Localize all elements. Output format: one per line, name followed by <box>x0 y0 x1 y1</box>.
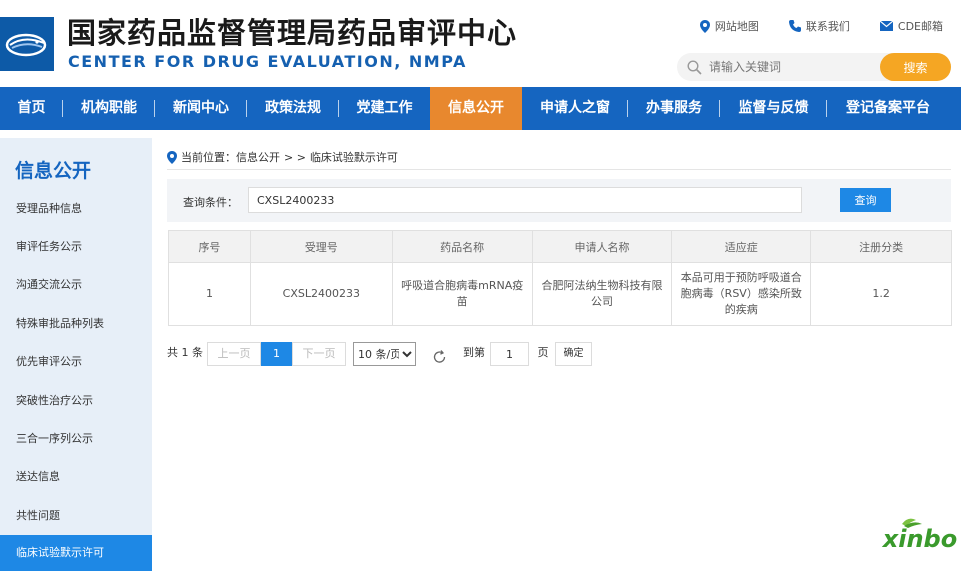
table-header-row: 序号 受理号 药品名称 申请人名称 适应症 注册分类 <box>168 230 952 263</box>
main-nav: 首页 机构职能 新闻中心 政策法规 党建工作 信息公开 申请人之窗 办事服务 监… <box>0 87 961 130</box>
page-1-button[interactable]: 1 <box>261 342 292 366</box>
col-header-index: 序号 <box>168 230 251 263</box>
sidebar-title: 信息公开 <box>15 160 92 182</box>
col-header-indication: 适应症 <box>671 230 812 263</box>
sidebar-item-priority-review[interactable]: 优先审评公示 <box>0 344 152 380</box>
refresh-icon[interactable] <box>432 345 447 369</box>
col-header-drug-name: 药品名称 <box>391 230 533 263</box>
sidebar-item-common-issues[interactable]: 共性问题 <box>0 498 152 534</box>
breadcrumb-arrows: > > <box>284 150 306 164</box>
nav-home[interactable]: 首页 <box>0 87 63 130</box>
search-icon <box>687 60 702 75</box>
nav-applicant[interactable]: 申请人之窗 <box>522 87 628 130</box>
sidebar-item-three-in-one[interactable]: 三合一序列公示 <box>0 421 152 457</box>
top-links: 网站地图 联系我们 CDE邮箱 <box>699 18 943 34</box>
nav-party[interactable]: 党建工作 <box>339 87 430 130</box>
page-unit-label: 页 <box>537 346 549 359</box>
breadcrumb-divider <box>167 169 951 170</box>
nav-news[interactable]: 新闻中心 <box>155 87 247 130</box>
cell-reg-class: 1.2 <box>810 262 952 326</box>
phone-icon <box>788 20 801 32</box>
query-bar: 查询条件： 查询 <box>167 179 951 222</box>
cell-index: 1 <box>168 262 251 326</box>
goto-confirm-button[interactable]: 确定 <box>555 342 592 366</box>
cell-drug-name: 呼吸道合胞病毒mRNA疫苗 <box>391 262 533 326</box>
sitemap-link[interactable]: 网站地图 <box>699 18 759 34</box>
location-pin-icon <box>699 19 710 33</box>
col-header-applicant: 申请人名称 <box>531 230 673 263</box>
sidebar-item-accepted[interactable]: 受理品种信息 <box>0 191 152 227</box>
site-title-en: CENTER FOR DRUG EVALUATION, NMPA <box>68 52 467 71</box>
page-size-select[interactable]: 10 条/页 <box>353 342 416 366</box>
cde-mail-link[interactable]: CDE邮箱 <box>879 18 943 34</box>
nav-info-public[interactable]: 信息公开 <box>430 87 522 130</box>
nav-registration[interactable]: 登记备案平台 <box>827 87 949 130</box>
goto-page-input[interactable] <box>490 342 529 366</box>
breadcrumb: 当前位置：信息公开 > > 临床试验默示许可 <box>167 149 398 165</box>
nav-services[interactable]: 办事服务 <box>628 87 720 130</box>
cell-applicant: 合肥阿法纳生物科技有限公司 <box>531 262 673 326</box>
next-page-button[interactable]: 下一页 <box>292 342 346 366</box>
site-header: 国家药品监督管理局药品审评中心 CENTER FOR DRUG EVALUATI… <box>0 0 961 87</box>
nav-policy[interactable]: 政策法规 <box>247 87 339 130</box>
cell-indication: 本品可用于预防呼吸道合胞病毒（RSV）感染所致的疾病 <box>671 262 812 326</box>
sidebar-item-special-approval[interactable]: 特殊审批品种列表 <box>0 306 152 342</box>
cell-accept-no: CXSL2400233 <box>249 262 393 326</box>
prev-page-button[interactable]: 上一页 <box>207 342 261 366</box>
query-button[interactable]: 查询 <box>840 188 891 212</box>
breadcrumb-current: 临床试验默示许可 <box>309 151 398 164</box>
mail-icon <box>879 21 893 31</box>
sidebar-item-delivery[interactable]: 送达信息 <box>0 459 152 495</box>
nav-functions[interactable]: 机构职能 <box>63 87 155 130</box>
query-input[interactable] <box>248 187 802 213</box>
total-count: 共 1 条 <box>167 346 203 359</box>
sitemap-label: 网站地图 <box>714 20 759 33</box>
search-button[interactable]: 搜索 <box>880 53 951 81</box>
contact-link[interactable]: 联系我们 <box>788 18 850 34</box>
fish-logo-icon <box>5 33 47 57</box>
query-label: 查询条件： <box>183 196 238 209</box>
sidebar-item-breakthrough[interactable]: 突破性治疗公示 <box>0 383 152 419</box>
col-header-accept-no: 受理号 <box>249 230 393 263</box>
sidebar-item-review-tasks[interactable]: 审评任务公示 <box>0 229 152 265</box>
site-search: 搜索 <box>677 53 951 81</box>
contact-label: 联系我们 <box>805 20 850 33</box>
col-header-reg-class: 注册分类 <box>810 230 952 263</box>
sidebar: 信息公开 受理品种信息 审评任务公示 沟通交流公示 特殊审批品种列表 优先审评公… <box>0 138 152 571</box>
location-pin-icon <box>167 150 177 164</box>
nav-supervision[interactable]: 监督与反馈 <box>720 87 827 130</box>
watermark-text: xinbo <box>882 525 957 553</box>
cde-mail-label: CDE邮箱 <box>897 20 943 33</box>
search-input[interactable] <box>709 57 879 77</box>
xinbo-watermark-logo: xinbo <box>882 518 957 553</box>
sidebar-item-communication[interactable]: 沟通交流公示 <box>0 267 152 303</box>
breadcrumb-prefix[interactable]: 当前位置：信息公开 <box>181 149 280 165</box>
sidebar-item-implied-approval[interactable]: 临床试验默示许可 <box>0 535 152 571</box>
result-table: 序号 受理号 药品名称 申请人名称 适应症 注册分类 1 CXSL2400233… <box>168 230 952 326</box>
site-title-cn: 国家药品监督管理局药品审评中心 <box>67 16 518 50</box>
cde-logo[interactable] <box>0 17 54 71</box>
table-row[interactable]: 1 CXSL2400233 呼吸道合胞病毒mRNA疫苗 合肥阿法纳生物科技有限公… <box>168 262 952 326</box>
goto-label: 到第 <box>463 346 485 359</box>
